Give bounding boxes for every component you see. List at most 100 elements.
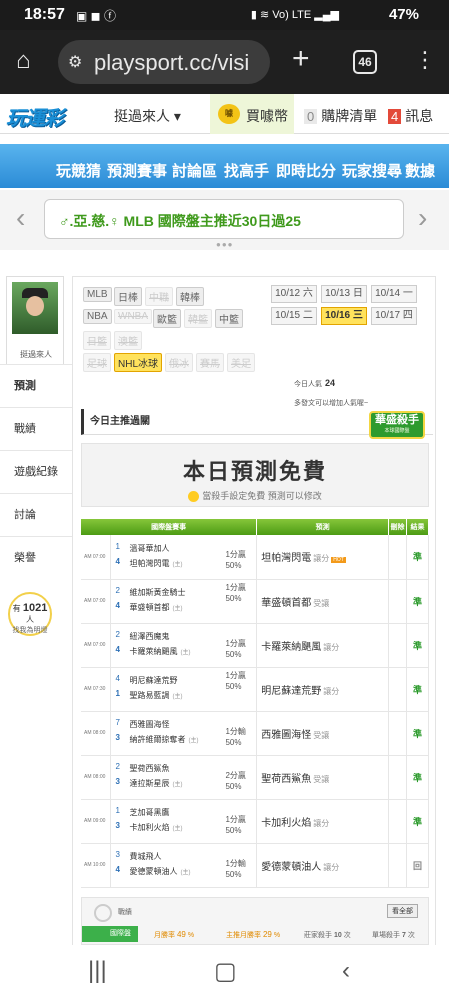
pick-cell: 聖荷西鯊魚 受讓 xyxy=(256,755,390,800)
sport-filter[interactable]: 韓棒 xyxy=(176,287,204,306)
game-time: AM 07:00 xyxy=(81,579,112,624)
coin-icon xyxy=(188,491,200,503)
chevron-left-icon[interactable]: ‹ xyxy=(16,202,25,234)
home-team: 聖路易藍調 (主) xyxy=(129,691,183,700)
buy-coins-label: 買噱幣 xyxy=(246,108,288,124)
buy-coins-button[interactable]: 噱 買噱幣 xyxy=(210,94,294,134)
result-cell: 準 xyxy=(406,579,430,624)
pick-team: 明尼蘇達荒野 xyxy=(261,685,322,697)
away-rotation: 4 xyxy=(115,674,120,683)
status-bar: 18:57 ▣ ◼ ⓕ ▮ ≋ Vo) LTE ▂▄▆ 47% xyxy=(0,0,449,30)
coin-icon: 噱 xyxy=(218,104,240,124)
handicap: 1分贏 50% xyxy=(225,670,246,691)
nav-item[interactable]: 討論區 xyxy=(172,160,217,181)
menu-icon[interactable]: ⋮ xyxy=(414,44,436,76)
site-settings-icon[interactable]: ⚙ xyxy=(68,52,82,72)
nav-item[interactable]: 數據 xyxy=(405,160,435,181)
cart-link[interactable]: 0 購牌清單 xyxy=(304,106,377,126)
delete-cell xyxy=(388,623,407,668)
free-prediction-banner: 本日預測免費 當殺手設定免費 預測可以修改 xyxy=(81,443,429,507)
sport-filter: 韓籃 xyxy=(184,309,212,328)
game-time: AM 07:00 xyxy=(81,535,112,580)
menu-honor[interactable]: 榮譽 xyxy=(0,536,72,579)
home-rotation: 3 xyxy=(115,777,120,786)
date-tab-selected[interactable]: 10/16 三 xyxy=(321,307,367,325)
away-team: 費城飛人 xyxy=(129,852,162,861)
recent-apps-icon[interactable]: ||| xyxy=(88,957,107,985)
game-time: AM 07:30 xyxy=(81,667,112,712)
view-all-button[interactable]: 看全部 xyxy=(387,904,418,918)
pick-cell: 西雅圖海怪 受讓 xyxy=(256,711,390,756)
messages-link[interactable]: 4 訊息 xyxy=(388,106,433,126)
game-time: AM 08:00 xyxy=(81,711,112,756)
handicap: 1分贏 50% xyxy=(225,550,246,570)
date-tab[interactable]: 10/12 六 xyxy=(271,285,317,303)
site-logo[interactable]: 玩運彩 xyxy=(6,102,64,131)
sport-filter: 賽馬 xyxy=(196,353,224,372)
nav-item[interactable]: 即時比分 xyxy=(276,160,336,181)
popularity: 今日人氣 24 xyxy=(294,378,336,388)
pick-cell: 卡羅萊納颶風 讓分 xyxy=(256,623,390,668)
menu-predict[interactable]: 預測 xyxy=(0,364,72,407)
marquee-box[interactable]: ♂.亞.慈.♀ MLB 國際盤主推近30日過25 xyxy=(44,199,404,239)
sport-filter: 澳籃 xyxy=(114,331,142,350)
pick-side: 讓分 xyxy=(323,686,340,696)
new-tab-icon[interactable]: + xyxy=(292,44,310,74)
url-text[interactable]: playsport.cc/visi xyxy=(94,50,264,76)
network-icons: ▮ ≋ Vo) LTE ▂▄▆ xyxy=(250,9,339,21)
tab-count-button[interactable]: 46 xyxy=(353,50,377,74)
date-tab[interactable]: 10/14 一 xyxy=(371,285,417,303)
back-icon[interactable]: ‹ xyxy=(342,957,350,985)
delete-cell xyxy=(388,843,407,888)
chevron-right-icon[interactable]: › xyxy=(418,202,427,234)
game-time: AM 09:00 xyxy=(81,799,112,844)
home-button-icon[interactable]: ▢ xyxy=(214,957,237,986)
game-teams: 3 費城飛人 4 愛德蒙頓油人 (主) 1分輸 50% xyxy=(110,843,258,888)
avatar[interactable] xyxy=(12,282,58,334)
sport-filter-selected[interactable]: NHL冰球 xyxy=(114,353,163,372)
date-tab[interactable]: 10/15 二 xyxy=(271,307,317,325)
nav-item[interactable]: 玩競猜 xyxy=(56,160,101,181)
nav-item[interactable]: 玩家搜尋 xyxy=(342,160,402,181)
menu-record[interactable]: 戰績 xyxy=(0,407,72,450)
home-rotation: 4 xyxy=(115,601,120,610)
sport-filter[interactable]: 中籃 xyxy=(215,309,243,328)
stat-single-killer: 單場殺手 7 次 xyxy=(372,932,415,939)
away-team: 紐澤西魔鬼 xyxy=(129,632,170,641)
games-table: 國際盤賽事 預測 刪除 結果 AM 07:00 1 溫哥華加人 4 坦帕灣閃電 (主) 1分… xyxy=(81,519,430,888)
date-tab[interactable]: 10/13 日 xyxy=(321,285,367,303)
sport-filter[interactable]: MLB xyxy=(83,287,112,302)
site-header: 玩運彩 挺過來人 ▾ 噱 買噱幣 0 購牌清單 4 訊息 xyxy=(0,94,449,134)
sport-filter: 日籃 xyxy=(83,331,111,350)
clock: 18:57 xyxy=(24,6,65,23)
main-nav: 玩競猜 預測賽事 討論區 找高手 即時比分 玩家搜尋 數據 xyxy=(0,144,449,188)
carousel-dots: ●●● xyxy=(216,240,234,249)
date-tab[interactable]: 10/17 四 xyxy=(371,307,417,325)
nav-item[interactable]: 預測賽事 xyxy=(107,160,167,181)
sport-filter[interactable]: 日棒 xyxy=(114,287,142,306)
sport-filter: 中職 xyxy=(145,287,173,306)
home-team: 卡加利火焰 (主) xyxy=(129,823,183,832)
menu-game-log[interactable]: 遊戲紀錄 xyxy=(0,450,72,493)
record-icon xyxy=(94,904,112,922)
pick-side: 受讓 xyxy=(313,774,330,784)
profile-card: 挺過來人 xyxy=(6,276,64,370)
marquee-carousel: ‹ ♂.亞.慈.♀ MLB 國際盤主推近30日過25 › ●●● xyxy=(0,190,449,250)
home-rotation: 4 xyxy=(115,556,120,566)
address-bar[interactable]: ⚙ playsport.cc/visi xyxy=(58,40,270,84)
pick-cell: 明尼蘇達荒野 讓分 xyxy=(256,667,390,712)
game-row: AM 07:00 1 溫哥華加人 4 坦帕灣閃電 (主) 1分贏 50% 坦帕灣閃電 讓分 HOT 準 xyxy=(81,535,430,580)
menu-discussion[interactable]: 討論 xyxy=(0,493,72,536)
away-team: 維加斯黃金騎士 xyxy=(129,588,186,597)
banner-subtitle: 當殺手設定免費 預測可以修改 xyxy=(202,491,322,501)
home-icon[interactable]: ⌂ xyxy=(16,48,42,74)
sport-filter[interactable]: 歐籃 xyxy=(153,309,181,328)
pick-team: 聖荷西鯊魚 xyxy=(261,773,312,785)
delete-cell xyxy=(388,535,407,580)
away-rotation: 2 xyxy=(115,630,120,639)
nav-item[interactable]: 找高手 xyxy=(224,160,269,181)
delete-cell xyxy=(388,667,407,712)
sport-filter[interactable]: NBA xyxy=(83,309,112,324)
user-menu[interactable]: 挺過來人 ▾ xyxy=(114,106,181,126)
pick-side: 讓分 xyxy=(313,818,330,828)
